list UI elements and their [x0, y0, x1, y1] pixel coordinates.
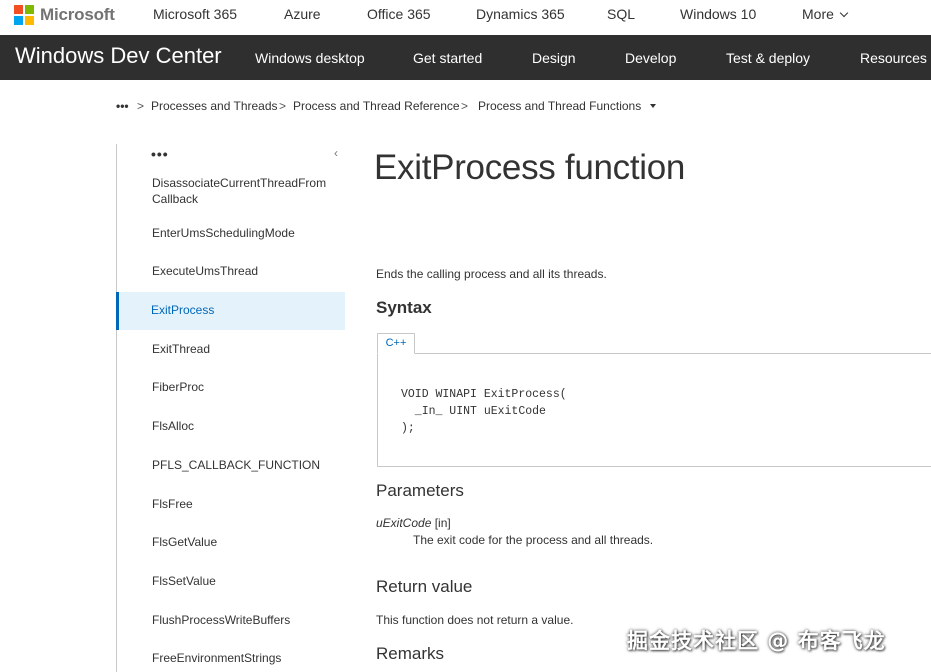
parameters-heading: Parameters — [376, 481, 464, 500]
toc-item-label: FlsSetValue — [152, 574, 216, 588]
toc-item-label: FiberProc — [152, 380, 205, 394]
devcenter-nav-resources[interactable]: Resources — [860, 50, 927, 66]
nav-windows-10[interactable]: Windows 10 — [680, 6, 756, 22]
summary-text: Ends the calling process and all its thr… — [376, 267, 607, 281]
caret-down-icon — [650, 104, 657, 108]
microsoft-logo-text: Microsoft — [40, 5, 115, 24]
devcenter-header: Windows Dev Center Windows desktop Get s… — [0, 35, 931, 80]
breadcrumb-ellipsis[interactable]: ••• — [116, 99, 129, 113]
toc-item-label: FlushProcessWriteBuffers — [152, 613, 291, 627]
chevron-down-icon — [839, 8, 849, 18]
toc-item-flssetvalue[interactable]: FlsSetValue — [117, 573, 345, 589]
toc-item-disassociatecurrentthreadfromcallback[interactable]: DisassociateCurrentThreadFromCallback — [117, 175, 345, 207]
breadcrumb-separator: > — [461, 99, 469, 113]
microsoft-logo-icon — [14, 5, 34, 25]
devcenter-nav-test-deploy[interactable]: Test & deploy — [726, 50, 810, 66]
microsoft-header: Microsoft Microsoft 365 Azure Office 365… — [0, 0, 931, 35]
watermark-text: 掘金技术社区 @ 布客飞龙 — [627, 629, 886, 653]
remarks-heading: Remarks — [376, 644, 445, 663]
nav-azure[interactable]: Azure — [284, 6, 321, 22]
toc-item-exitthread[interactable]: ExitThread — [117, 341, 345, 357]
param-name-line: uExitCode [in] — [376, 516, 451, 530]
nav-office-365[interactable]: Office 365 — [367, 6, 431, 22]
nav-microsoft-365[interactable]: Microsoft 365 — [153, 6, 237, 22]
breadcrumb-current-label: Process and Thread Functions — [478, 99, 642, 113]
collapse-toc-icon[interactable]: ‹ — [334, 146, 338, 160]
breadcrumb-process-thread-functions[interactable]: Process and Thread Functions — [478, 99, 657, 113]
devcenter-title[interactable]: Windows Dev Center — [15, 43, 222, 69]
toc-item-label: FlsGetValue — [152, 535, 218, 549]
return-value-heading: Return value — [376, 577, 473, 596]
toc-ellipsis[interactable]: ••• — [151, 146, 169, 162]
param-description: The exit code for the process and all th… — [413, 533, 654, 547]
microsoft-logo[interactable]: Microsoft — [14, 4, 115, 26]
toc-item-label: EnterUmsSchedulingMode — [152, 226, 295, 240]
devcenter-nav-develop[interactable]: Develop — [625, 50, 676, 66]
breadcrumb-processes-and-threads[interactable]: Processes and Threads — [151, 99, 278, 113]
toc-item-label: ExitThread — [152, 342, 211, 356]
breadcrumb-separator: > — [137, 99, 145, 113]
syntax-heading: Syntax — [376, 298, 432, 317]
devcenter-nav-windows-desktop[interactable]: Windows desktop — [255, 50, 365, 66]
toc-divider — [116, 144, 117, 672]
toc-item-label: ExitProcess — [151, 303, 215, 317]
devcenter-nav-get-started[interactable]: Get started — [413, 50, 482, 66]
toc-item-enterumsschedulingmode[interactable]: EnterUmsSchedulingMode — [117, 225, 345, 241]
nav-more-label: More — [802, 6, 834, 22]
toc-item-label: DisassociateCurrentThreadFromCallback — [152, 176, 327, 206]
nav-more[interactable]: More — [802, 6, 849, 22]
code-language-tab[interactable]: C++ — [377, 333, 415, 354]
devcenter-nav-design[interactable]: Design — [532, 50, 576, 66]
toc-item-fiberproc[interactable]: FiberProc — [117, 379, 345, 395]
nav-sql[interactable]: SQL — [607, 6, 635, 22]
toc-item-flsalloc[interactable]: FlsAlloc — [117, 418, 345, 434]
toc-item-label: FreeEnvironmentStrings — [152, 651, 282, 665]
toc-item-label: FlsFree — [152, 497, 193, 511]
toc-item-pfls-callback-function[interactable]: PFLS_CALLBACK_FUNCTION — [117, 457, 345, 473]
breadcrumb-separator: > — [279, 99, 287, 113]
param-name: uExitCode — [376, 516, 432, 530]
param-direction: [in] — [434, 516, 451, 530]
toc-item-label: ExecuteUmsThread — [152, 264, 259, 278]
breadcrumb-process-thread-reference[interactable]: Process and Thread Reference — [293, 99, 460, 113]
toc-item-label: PFLS_CALLBACK_FUNCTION — [152, 458, 321, 472]
toc-item-flushprocesswritebuffers[interactable]: FlushProcessWriteBuffers — [117, 612, 345, 628]
page-title: ExitProcess function — [374, 148, 686, 187]
nav-dynamics-365[interactable]: Dynamics 365 — [476, 6, 565, 22]
toc-item-flsfree[interactable]: FlsFree — [117, 496, 345, 512]
toc-item-exitprocess[interactable]: ExitProcess — [116, 292, 345, 330]
return-value-text: This function does not return a value. — [376, 613, 574, 627]
code-content: VOID WINAPI ExitProcess( _In_ UINT uExit… — [401, 388, 567, 435]
toc-item-flsgetvalue[interactable]: FlsGetValue — [117, 534, 345, 550]
toc-item-executeumsthread[interactable]: ExecuteUmsThread — [117, 263, 345, 279]
toc-item-freeenvironmentstrings[interactable]: FreeEnvironmentStrings — [117, 650, 345, 666]
toc-item-label: FlsAlloc — [152, 419, 195, 433]
